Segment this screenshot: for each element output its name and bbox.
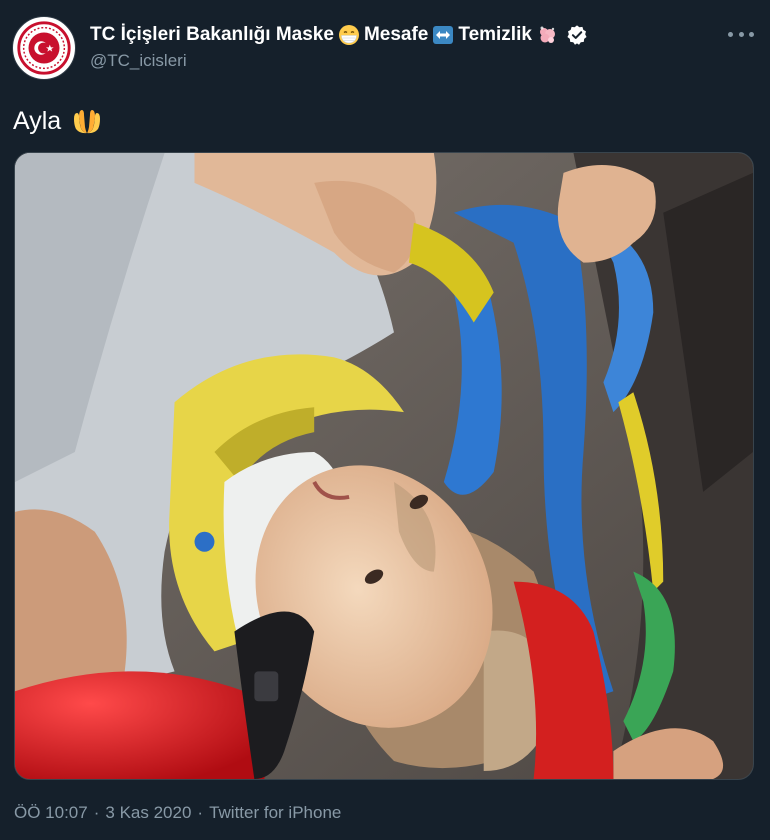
tweet-date[interactable]: 3 Kas 2020 xyxy=(105,803,191,822)
palms-up-together-emoji-icon xyxy=(71,105,103,137)
display-name-part-2: Mesafe xyxy=(363,24,429,45)
hand-washing-emoji-icon xyxy=(536,24,558,46)
meta-separator: · xyxy=(197,803,204,822)
tweet-header: TC İçişleri Bakanlığı Maske Mesafe Temiz… xyxy=(90,22,588,72)
tweet-photo[interactable] xyxy=(14,152,754,780)
tweet-metadata: ÖÖ 10:07 · 3 Kas 2020 · Twitter for iPhone xyxy=(14,802,341,824)
display-name-part-3: Temizlik xyxy=(458,24,532,45)
tweet-source[interactable]: Twitter for iPhone xyxy=(209,803,341,822)
mask-face-emoji-icon xyxy=(338,24,360,46)
left-right-arrow-emoji-icon xyxy=(432,24,454,46)
display-name-part-1: TC İçişleri Bakanlığı Maske xyxy=(90,24,334,45)
profile-avatar[interactable] xyxy=(12,16,76,80)
meta-separator: · xyxy=(93,803,100,822)
display-name[interactable]: TC İçişleri Bakanlığı Maske Mesafe Temiz… xyxy=(90,22,588,48)
ministry-logo-icon xyxy=(13,17,75,79)
tweet-card: TC İçişleri Bakanlığı Maske Mesafe Temiz… xyxy=(0,0,770,840)
tweet-time[interactable]: ÖÖ 10:07 xyxy=(14,803,88,822)
account-handle[interactable]: @TC_icisleri xyxy=(90,50,588,72)
more-options-button[interactable] xyxy=(728,24,754,44)
verified-badge-icon xyxy=(566,24,588,46)
more-horizontal-icon-dot xyxy=(749,31,754,37)
more-horizontal-icon-dot xyxy=(738,31,744,37)
more-horizontal-icon xyxy=(728,31,733,37)
tweet-text-content: Ayla xyxy=(13,107,62,135)
tweet-text: Ayla xyxy=(13,104,107,138)
rescue-photo-image xyxy=(15,153,753,779)
